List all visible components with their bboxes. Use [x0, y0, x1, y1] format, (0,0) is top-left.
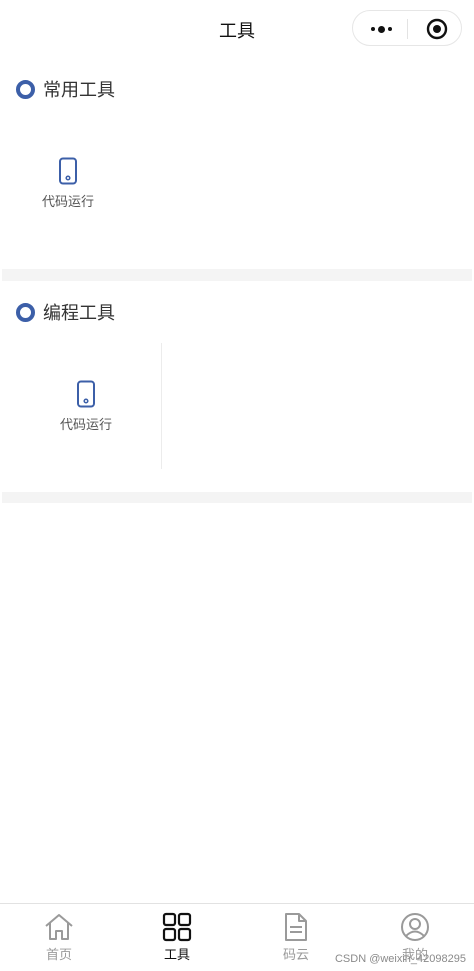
section-header-programming-tools: 编程工具 — [16, 300, 115, 324]
section-divider-bar — [2, 269, 472, 281]
phone-icon — [59, 157, 77, 185]
grid-divider — [161, 343, 162, 469]
section-title: 常用工具 — [43, 80, 115, 100]
section-header-common-tools: 常用工具 — [16, 77, 115, 101]
tab-tools[interactable]: 工具 — [118, 912, 236, 963]
section-ring-icon — [16, 79, 35, 99]
document-icon — [285, 913, 307, 941]
capsule-divider — [407, 19, 408, 39]
nav-header: 工具 — [0, 0, 474, 58]
more-dots-icon[interactable] — [366, 19, 396, 39]
tab-label: 首页 — [45, 947, 72, 962]
target-circle-icon[interactable] — [426, 18, 448, 40]
home-icon — [45, 914, 73, 940]
tab-label: 工具 — [163, 947, 190, 962]
tool-code-run[interactable]: 代码运行 — [13, 157, 123, 211]
section-divider-bar — [2, 492, 472, 503]
tool-label: 代码运行 — [59, 417, 112, 432]
phone-icon — [77, 380, 95, 408]
grid-icon — [162, 912, 192, 942]
tab-home[interactable]: 首页 — [0, 912, 118, 963]
tool-label: 代码运行 — [41, 194, 94, 209]
section-title: 编程工具 — [43, 303, 115, 323]
user-circle-icon — [401, 913, 429, 941]
watermark-text: CSDN @weixin_42098295 — [334, 953, 466, 965]
tool-code-run[interactable]: 代码运行 — [31, 380, 141, 434]
mini-program-capsule — [352, 10, 462, 46]
section-ring-icon — [16, 302, 35, 322]
